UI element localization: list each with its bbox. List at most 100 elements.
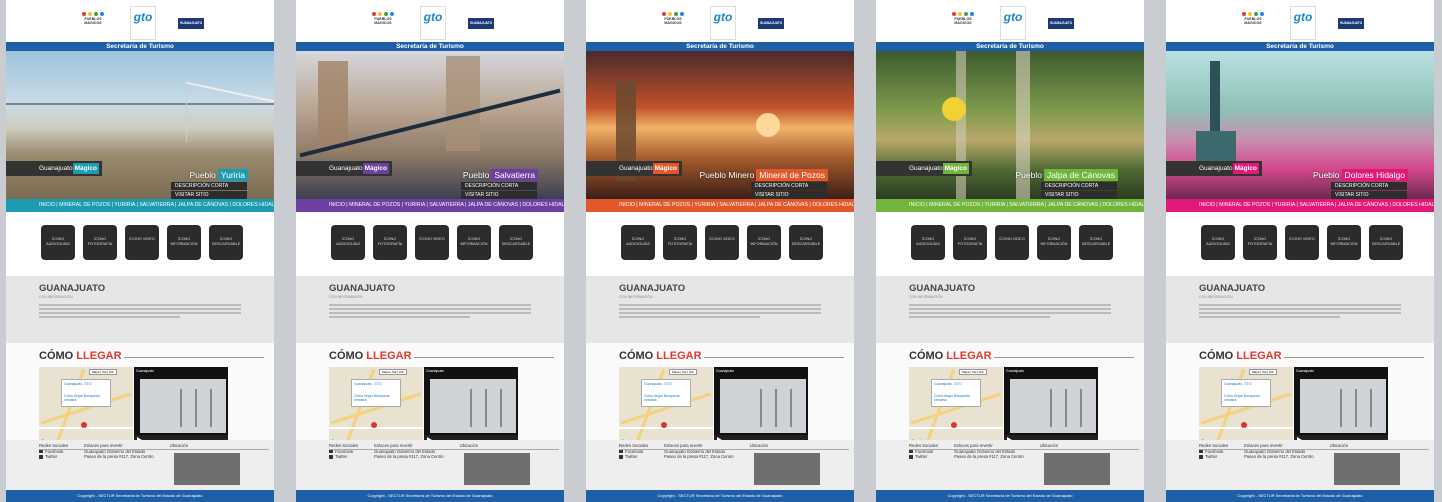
map-pin-icon[interactable] — [81, 422, 87, 428]
guanajuato-logo[interactable]: GUANAJUATO — [468, 18, 494, 29]
video-player[interactable]: Guanajuato — [714, 367, 808, 445]
address-line-2: Paseo de la presa #117, Zona Centro — [1244, 454, 1314, 459]
location-map-placeholder[interactable] — [1334, 453, 1400, 485]
video-player[interactable]: Guanajuato — [424, 367, 518, 445]
main-nav[interactable]: INICIO | MINERAL DE POZOS | YURIRIA | SA… — [296, 199, 564, 212]
icon-button-3[interactable]: ÍCONO VIDEO — [415, 225, 449, 260]
icon-button-2[interactable]: ÍCONO FOTOGRAFÍA — [1243, 225, 1277, 260]
guanajuato-logo[interactable]: GUANAJUATO — [178, 18, 204, 29]
visit-site-button[interactable]: VISITAR SITIO — [461, 191, 537, 199]
icon-button-1[interactable]: ÍCONO AUDIOGUÍAS — [41, 225, 75, 260]
map-info-card[interactable]: Guanajuato, GTO Cómo llegar Búsqueda cer… — [641, 379, 691, 407]
twitter-link[interactable]: Twitter — [329, 454, 358, 460]
location-map-placeholder[interactable] — [174, 453, 240, 485]
icon-button-4[interactable]: ÍCONO INFORMACIÓN — [747, 225, 781, 260]
map-type-toggle[interactable]: Mapa | Sat | Híb — [1249, 369, 1277, 375]
map-info-card[interactable]: Guanajuato, GTO Cómo llegar Búsqueda cer… — [351, 379, 401, 407]
twitter-link[interactable]: Twitter — [39, 454, 68, 460]
icon-button-2[interactable]: ÍCONO FOTOGRAFÍA — [953, 225, 987, 260]
icon-button-4[interactable]: ÍCONO INFORMACIÓN — [457, 225, 491, 260]
map-pin-icon[interactable] — [1241, 422, 1247, 428]
map-info-card[interactable]: Guanajuato, GTO Cómo llegar Búsqueda cer… — [1221, 379, 1271, 407]
twitter-link[interactable]: Twitter — [1199, 454, 1228, 460]
icon-button-1[interactable]: ÍCONO AUDIOGUÍAS — [331, 225, 365, 260]
icon-button-3[interactable]: ÍCONO VIDEO — [1285, 225, 1319, 260]
map-info-card[interactable]: Guanajuato, GTO Cómo llegar Búsqueda cer… — [61, 379, 111, 407]
twitter-icon — [1199, 454, 1203, 459]
map-widget[interactable]: Mapa | Sat | Híb Guanajuato, GTO Cómo ll… — [39, 367, 133, 445]
icon-button-5[interactable]: ÍCONO DESCARGABLE — [499, 225, 533, 260]
site-header: PUEBLOS MÁGICOS gto GUANAJUATO — [876, 0, 1144, 42]
map-pin-icon[interactable] — [951, 422, 957, 428]
icon-button-1[interactable]: ÍCONO AUDIOGUÍAS — [1201, 225, 1235, 260]
pueblos-magicos-logo[interactable]: PUEBLOS MÁGICOS — [1242, 12, 1264, 34]
icon-button-1[interactable]: ÍCONO AUDIOGUÍAS — [621, 225, 655, 260]
icon-button-5[interactable]: ÍCONO DESCARGABLE — [1079, 225, 1113, 260]
visit-site-button[interactable]: VISITAR SITIO — [171, 191, 247, 199]
guanajuato-logo[interactable]: GUANAJUATO — [758, 18, 784, 29]
map-widget[interactable]: Mapa | Sat | Híb Guanajuato, GTO Cómo ll… — [619, 367, 713, 445]
gto-logo[interactable]: gto — [130, 6, 156, 40]
location-map-placeholder[interactable] — [1044, 453, 1110, 485]
icon-button-2[interactable]: ÍCONO FOTOGRAFÍA — [373, 225, 407, 260]
visit-site-button[interactable]: VISITAR SITIO — [1331, 191, 1407, 199]
video-title: Guanajuato — [136, 369, 155, 373]
icon-button-4[interactable]: ÍCONO INFORMACIÓN — [167, 225, 201, 260]
pueblos-magicos-logo[interactable]: PUEBLOS MÁGICOS — [952, 12, 974, 34]
map-widget[interactable]: Mapa | Sat | Híb Guanajuato, GTO Cómo ll… — [329, 367, 423, 445]
pueblos-magicos-logo[interactable]: PUEBLOS MÁGICOS — [662, 12, 684, 34]
map-type-toggle[interactable]: Mapa | Sat | Híb — [669, 369, 697, 375]
pueblos-magicos-logo[interactable]: PUEBLOS MÁGICOS — [372, 12, 394, 34]
main-nav[interactable]: INICIO | MINERAL DE POZOS | YURIRIA | SA… — [6, 199, 274, 212]
site-header: PUEBLOS MÁGICOS gto GUANAJUATO — [6, 0, 274, 42]
icon-button-5[interactable]: ÍCONO DESCARGABLE — [1369, 225, 1403, 260]
gto-logo[interactable]: gto — [1000, 6, 1026, 40]
short-description-button[interactable]: DESCRIPCIÓN CORTA — [461, 182, 537, 190]
map-type-toggle[interactable]: Mapa | Sat | Híb — [959, 369, 987, 375]
twitter-link[interactable]: Twitter — [619, 454, 648, 460]
location-map-placeholder[interactable] — [464, 453, 530, 485]
guanajuato-logo[interactable]: GUANAJUATO — [1048, 18, 1074, 29]
gto-logo[interactable]: gto — [420, 6, 446, 40]
icon-button-5[interactable]: ÍCONO DESCARGABLE — [789, 225, 823, 260]
video-player[interactable]: Guanajuato — [1004, 367, 1098, 445]
short-description-button[interactable]: DESCRIPCIÓN CORTA — [171, 182, 247, 190]
video-player[interactable]: Guanajuato — [1294, 367, 1388, 445]
icon-button-4[interactable]: ÍCONO INFORMACIÓN — [1037, 225, 1071, 260]
video-title: Guanajuato — [1296, 369, 1315, 373]
main-nav[interactable]: INICIO | MINERAL DE POZOS | YURIRIA | SA… — [876, 199, 1144, 212]
icon-button-2[interactable]: ÍCONO FOTOGRAFÍA — [663, 225, 697, 260]
map-info-card[interactable]: Guanajuato, GTO Cómo llegar Búsqueda cer… — [931, 379, 981, 407]
visit-site-button[interactable]: VISITAR SITIO — [1041, 191, 1117, 199]
map-pin-icon[interactable] — [661, 422, 667, 428]
visit-site-button[interactable]: VISITAR SITIO — [751, 191, 827, 199]
map-pin-icon[interactable] — [371, 422, 377, 428]
map-type-toggle[interactable]: Mapa | Sat | Híb — [89, 369, 117, 375]
secretaria-bar: Secretaría de Turismo — [6, 42, 274, 51]
gto-logo[interactable]: gto — [710, 6, 736, 40]
icon-button-5[interactable]: ÍCONO DESCARGABLE — [209, 225, 243, 260]
icon-button-3[interactable]: ÍCONO VIDEO — [705, 225, 739, 260]
map-widget[interactable]: Mapa | Sat | Híb Guanajuato, GTO Cómo ll… — [1199, 367, 1293, 445]
secretaria-bar: Secretaría de Turismo — [586, 42, 854, 51]
short-description-button[interactable]: DESCRIPCIÓN CORTA — [751, 182, 827, 190]
short-description-button[interactable]: DESCRIPCIÓN CORTA — [1331, 182, 1407, 190]
twitter-link[interactable]: Twitter — [909, 454, 938, 460]
location-map-placeholder[interactable] — [754, 453, 820, 485]
main-nav[interactable]: INICIO | MINERAL DE POZOS | YURIRIA | SA… — [1166, 199, 1434, 212]
map-type-toggle[interactable]: Mapa | Sat | Híb — [379, 369, 407, 375]
map-widget[interactable]: Mapa | Sat | Híb Guanajuato, GTO Cómo ll… — [909, 367, 1003, 445]
icon-button-4[interactable]: ÍCONO INFORMACIÓN — [1327, 225, 1361, 260]
site-footer: Redes Sociales Facebook Twitter Enlaces … — [296, 440, 564, 490]
short-description-button[interactable]: DESCRIPCIÓN CORTA — [1041, 182, 1117, 190]
guanajuato-logo[interactable]: GUANAJUATO — [1338, 18, 1364, 29]
pueblo-kind: Pueblo — [462, 170, 490, 180]
icon-button-1[interactable]: ÍCONO AUDIOGUÍAS — [911, 225, 945, 260]
icon-button-2[interactable]: ÍCONO FOTOGRAFÍA — [83, 225, 117, 260]
icon-button-3[interactable]: ÍCONO VIDEO — [125, 225, 159, 260]
video-player[interactable]: Guanajuato — [134, 367, 228, 445]
gto-logo[interactable]: gto — [1290, 6, 1316, 40]
icon-button-3[interactable]: ÍCONO VIDEO — [995, 225, 1029, 260]
main-nav[interactable]: INICIO | MINERAL DE POZOS | YURIRIA | SA… — [586, 199, 854, 212]
pueblos-magicos-logo[interactable]: PUEBLOS MÁGICOS — [82, 12, 104, 34]
